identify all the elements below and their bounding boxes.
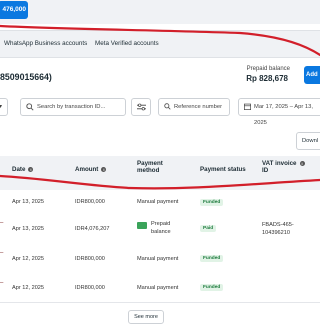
annotation-row-underline — [0, 174, 320, 190]
annotation-top-curve — [0, 24, 320, 57]
red-annotation-strokes — [0, 24, 320, 190]
